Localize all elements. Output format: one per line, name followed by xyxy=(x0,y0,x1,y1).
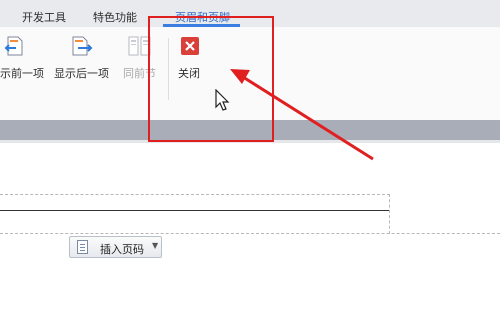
page-back-arrow-icon xyxy=(4,36,23,56)
tab-developer-tools[interactable]: 开发工具 xyxy=(22,9,66,25)
header-area-boundary-top xyxy=(0,194,390,195)
header-area-boundary-bottom xyxy=(0,233,500,234)
show-next-button[interactable]: 显示后一项 xyxy=(54,27,116,87)
chevron-down-icon[interactable]: ▼ xyxy=(152,241,158,250)
show-next-label: 显示后一项 xyxy=(54,67,109,80)
insert-page-number-label: 插入页码 xyxy=(100,243,144,256)
tab-special-features[interactable]: 特色功能 xyxy=(93,9,137,25)
header-underline xyxy=(0,210,389,211)
document-page: 插入页码 ▼ xyxy=(0,143,500,317)
show-previous-button[interactable]: 示前一项 xyxy=(0,27,48,87)
show-previous-label: 示前一项 xyxy=(0,67,44,80)
page-forward-arrow-icon xyxy=(72,36,93,56)
annotation-highlight-box xyxy=(148,16,274,142)
insert-page-number-button[interactable]: 插入页码 ▼ xyxy=(69,236,162,258)
mouse-pointer-icon xyxy=(215,89,230,111)
header-area-boundary-right xyxy=(389,194,390,234)
page-document-icon xyxy=(77,240,88,254)
